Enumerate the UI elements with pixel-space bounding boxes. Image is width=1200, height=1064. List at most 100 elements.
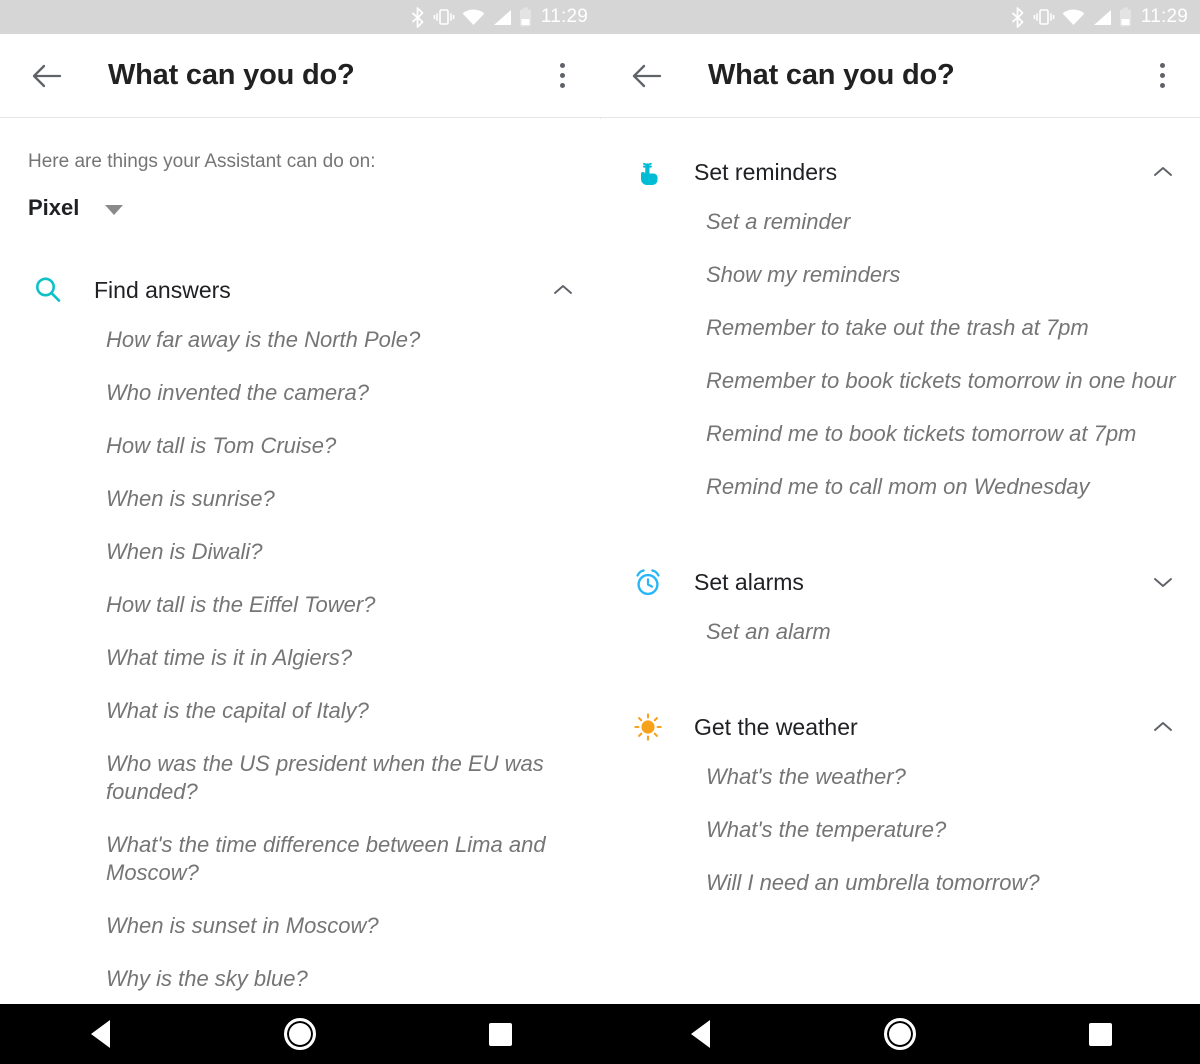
list-item[interactable]: Remember to book tickets tomorrow in one… [706,354,1182,407]
circle-home-icon [884,1018,916,1050]
list-item[interactable]: When is sunset in Moscow? [106,899,582,952]
list-item[interactable]: What's the time difference between Lima … [106,818,582,899]
section-items-get-the-weather: What's the weather? What's the temperatu… [600,750,1200,909]
section-items-find-answers: How far away is the North Pole? Who inve… [0,313,600,1004]
bluetooth-icon [411,6,424,28]
chevron-up-icon[interactable] [546,273,580,307]
menu-dot-icon [559,83,565,88]
list-item[interactable]: When is Diwali? [106,525,582,578]
section-items-set-alarms: Set an alarm [600,605,1200,658]
list-item[interactable]: What is the capital of Italy? [106,684,582,737]
vibrate-icon [1033,9,1055,25]
right-phone-screen: 11:29 What can you do? Set reminders Set… [600,0,1200,1064]
circle-home-icon [284,1018,316,1050]
square-recents-icon [1088,1022,1112,1046]
section-header-set-alarms[interactable]: Set alarms [600,559,1200,605]
right-content: Set reminders Set a reminder Show my rem… [600,119,1200,1004]
triangle-back-icon [690,1020,710,1048]
search-icon [28,270,68,310]
status-bar: 11:29 [600,0,1200,34]
list-item[interactable]: What's the weather? [706,750,1182,803]
page-title: What can you do? [108,59,355,91]
section-find-answers: Find answers How far away is the North P… [0,267,600,1004]
list-item[interactable]: Show my reminders [706,248,1182,301]
battery-icon [1119,7,1131,27]
device-name: Pixel [28,195,80,220]
cell-signal-icon [493,9,511,25]
list-item[interactable]: Will I need an umbrella tomorrow? [706,856,1182,909]
menu-dot-icon [559,73,565,78]
alarm-clock-icon [628,562,668,602]
list-item[interactable]: Set an alarm [706,605,1182,658]
chevron-down-icon [105,204,124,215]
section-title: Get the weather [694,713,858,740]
section-set-reminders: Set reminders Set a reminder Show my rem… [600,149,1200,513]
arrow-back-icon [632,64,662,87]
section-get-the-weather: Get the weather What's the weather? What… [600,704,1200,909]
nav-home-button[interactable] [255,1004,345,1064]
nav-back-button[interactable] [655,1004,745,1064]
vibrate-icon [433,9,455,25]
left-phone-screen: 11:29 What can you do? Here are things y… [0,0,600,1064]
page-title: What can you do? [708,59,955,91]
list-item[interactable]: Why is the sky blue? [106,952,582,1004]
intro-text: Here are things your Assistant can do on… [28,151,376,172]
menu-dot-icon [1159,73,1165,78]
triangle-back-icon [90,1020,110,1048]
menu-dot-icon [1159,83,1165,88]
section-items-set-reminders: Set a reminder Show my reminders Remembe… [600,195,1200,513]
status-bar-clock: 11:29 [540,6,588,27]
list-item[interactable]: How tall is the Eiffel Tower? [106,578,582,631]
back-button[interactable] [624,53,670,99]
app-bar: What can you do? [600,34,1200,118]
list-item[interactable]: How far away is the North Pole? [106,313,582,366]
overflow-menu-button[interactable] [1142,53,1182,99]
square-recents-icon [488,1022,512,1046]
sun-icon [628,707,668,747]
list-item[interactable]: Remember to take out the trash at 7pm [706,301,1182,354]
list-item[interactable]: What's the temperature? [706,803,1182,856]
chevron-down-icon[interactable] [1146,565,1180,599]
wifi-icon [462,9,485,25]
list-item[interactable]: Who was the US president when the EU was… [106,737,582,818]
status-bar: 11:29 [0,0,600,34]
list-item[interactable]: When is sunrise? [106,472,582,525]
device-selector[interactable]: Pixel [0,173,600,221]
list-item[interactable]: How tall is Tom Cruise? [106,419,582,472]
arrow-back-icon [32,64,62,87]
chevron-up-icon[interactable] [1146,710,1180,744]
nav-back-button[interactable] [55,1004,145,1064]
battery-icon [519,7,531,27]
status-bar-clock: 11:29 [1140,6,1188,27]
section-header-set-reminders[interactable]: Set reminders [600,149,1200,195]
section-header-find-answers[interactable]: Find answers [0,267,600,313]
status-bar-icons [1009,6,1132,28]
section-title: Set reminders [694,158,838,185]
list-item[interactable]: Who invented the camera? [106,366,582,419]
app-bar: What can you do? [0,34,600,118]
cell-signal-icon [1093,9,1111,25]
wifi-icon [1062,9,1085,25]
android-nav-bar [600,1004,1200,1064]
bluetooth-icon [1011,6,1024,28]
list-item[interactable]: What time is it in Algiers? [106,631,582,684]
section-title: Set alarms [694,568,804,595]
list-item[interactable]: Remind me to book tickets tomorrow at 7p… [706,407,1182,460]
menu-dot-icon [559,63,565,68]
nav-recents-button[interactable] [1055,1004,1145,1064]
list-item[interactable]: Remind me to call mom on Wednesday [706,460,1182,513]
list-item[interactable]: Set a reminder [706,195,1182,248]
chevron-up-icon[interactable] [1146,155,1180,189]
left-content: Here are things your Assistant can do on… [0,119,600,1004]
back-button[interactable] [24,53,70,99]
overflow-menu-button[interactable] [542,53,582,99]
dual-screenshot-container: 11:29 What can you do? Here are things y… [0,0,1200,1064]
section-header-get-the-weather[interactable]: Get the weather [600,704,1200,750]
nav-home-button[interactable] [855,1004,945,1064]
nav-recents-button[interactable] [455,1004,545,1064]
menu-dot-icon [1159,63,1165,68]
